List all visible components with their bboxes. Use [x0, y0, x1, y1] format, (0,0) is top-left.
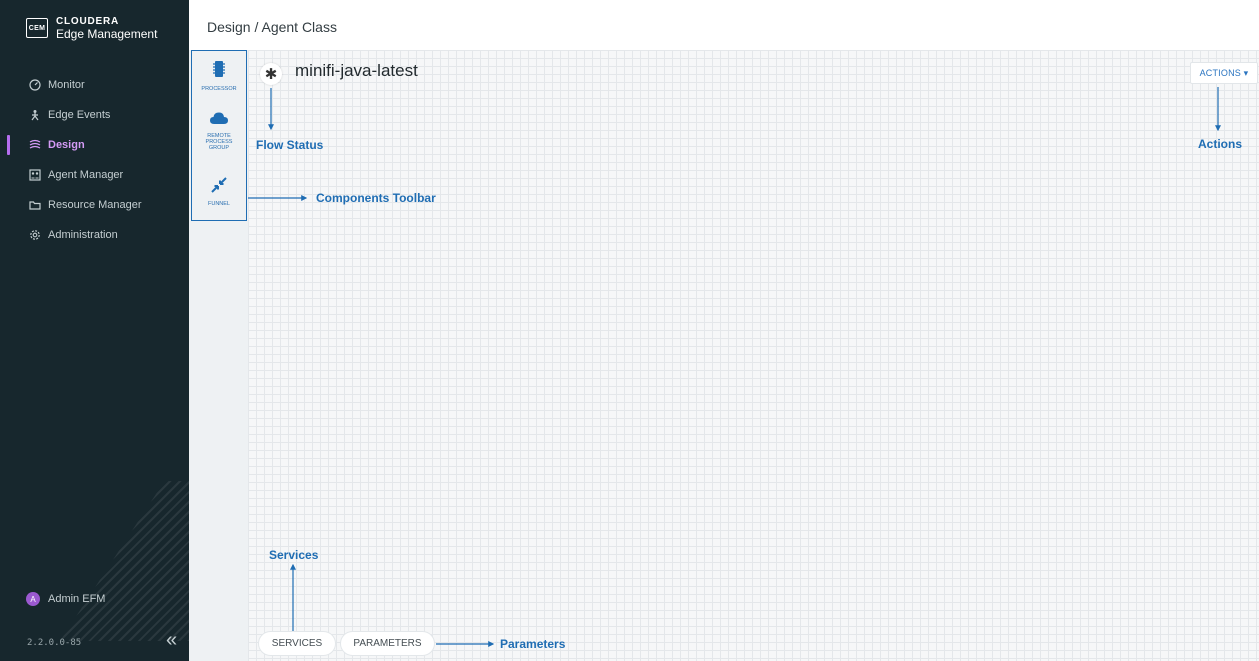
cem-logo-icon: CEM [26, 18, 48, 38]
user-name: Admin EFM [48, 593, 106, 605]
folder-icon [28, 198, 42, 212]
annotation-actions: Actions [1198, 137, 1243, 151]
sidebar-item-label: Resource Manager [48, 199, 142, 211]
annotation-components-toolbar: Components Toolbar [316, 191, 436, 205]
sidebar-item-label: Edge Events [48, 109, 111, 121]
processor-icon [192, 60, 246, 83]
flow-icon [28, 138, 42, 152]
sidebar-item-administration[interactable]: Administration [0, 220, 189, 250]
version-label: 2.2.0.0-85 [27, 638, 82, 648]
sidebar: CEM CLOUDERA Edge Management Monitor Edg… [0, 0, 189, 661]
gauge-icon [28, 78, 42, 92]
brand[interactable]: CEM CLOUDERA Edge Management [26, 16, 157, 40]
remote-process-group-tool[interactable]: REMOTE PROCESS GROUP [192, 111, 246, 151]
services-button[interactable]: SERVICES [258, 631, 336, 656]
sidebar-item-design[interactable]: Design [0, 130, 189, 160]
processor-tool[interactable]: PROCESSOR [192, 60, 246, 92]
annotation-flow-status: Flow Status [256, 138, 324, 152]
funnel-tool[interactable]: FUNNEL [192, 177, 246, 207]
avatar: A [26, 592, 40, 606]
cloud-icon [192, 111, 246, 130]
sidebar-decoration [60, 481, 189, 641]
funnel-label: FUNNEL [207, 201, 230, 207]
sidebar-item-resource-manager[interactable]: Resource Manager [0, 190, 189, 220]
sidebar-item-label: Administration [48, 229, 118, 241]
user-menu[interactable]: A Admin EFM [26, 592, 105, 606]
annotation-services: Services [269, 548, 319, 562]
sidebar-item-label: Agent Manager [48, 169, 124, 181]
breadcrumb: Design / Agent Class [207, 19, 337, 35]
header: Design / Agent Class [189, 0, 1259, 50]
person-icon [28, 108, 42, 122]
funnel-icon [192, 177, 246, 198]
sidebar-item-label: Monitor [48, 79, 85, 91]
asterisk-icon[interactable]: ✱ [260, 63, 282, 85]
agents-icon [28, 168, 42, 182]
actions-button[interactable]: ACTIONS ▾ [1190, 62, 1258, 84]
gear-icon [28, 228, 42, 242]
sidebar-item-edge-events[interactable]: Edge Events [0, 100, 189, 130]
sidebar-nav: Monitor Edge Events Design Agent Manager… [0, 70, 189, 250]
brand-product: Edge Management [56, 27, 158, 41]
parameters-button[interactable]: PARAMETERS [340, 631, 435, 656]
annotation-parameters: Parameters [500, 637, 566, 651]
flow-canvas[interactable] [248, 50, 1259, 661]
processor-label: PROCESSOR [201, 86, 237, 92]
sidebar-item-label: Design [48, 139, 85, 151]
sidebar-item-monitor[interactable]: Monitor [0, 70, 189, 100]
remote-label-3: GROUP [208, 145, 230, 151]
sidebar-item-agent-manager[interactable]: Agent Manager [0, 160, 189, 190]
double-chevron-left-icon[interactable]: « [166, 630, 177, 650]
flow-name: minifi-java-latest [295, 61, 418, 80]
